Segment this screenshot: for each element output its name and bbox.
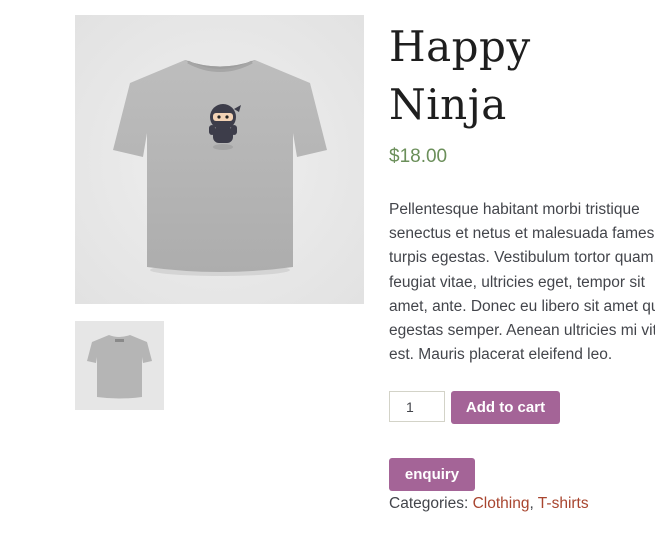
tshirt-ninja-front-image bbox=[75, 15, 364, 304]
category-link-clothing[interactable]: Clothing bbox=[473, 495, 530, 512]
product-categories: Categories: Clothing, T-shirts bbox=[389, 495, 589, 513]
add-to-cart-button[interactable]: Add to cart bbox=[451, 391, 560, 424]
description-line: senectus et netus et malesuada fames ac bbox=[389, 225, 655, 243]
description-line: egestas semper. Aenean ultricies mi vita… bbox=[389, 322, 655, 340]
description-line: est. Mauris placerat eleifend leo. bbox=[389, 346, 613, 364]
categories-label: Categories: bbox=[389, 495, 473, 512]
category-link-tshirts[interactable]: T-shirts bbox=[538, 495, 589, 512]
product-title: Happy Ninja bbox=[389, 18, 655, 134]
title-line-2: Ninja bbox=[389, 80, 507, 129]
product-description: Pellentesque habitant morbi tristique se… bbox=[389, 198, 655, 367]
description-line: Pellentesque habitant morbi tristique bbox=[389, 201, 640, 218]
title-line-1: Happy bbox=[389, 22, 531, 71]
description-line: feugiat vitae, ultricies eget, tempor si… bbox=[389, 273, 645, 291]
enquiry-button[interactable]: enquiry bbox=[389, 458, 475, 491]
description-line: amet, ante. Donec eu libero sit amet qua… bbox=[389, 297, 655, 315]
product-price: $18.00 bbox=[389, 146, 448, 167]
category-separator: , bbox=[529, 495, 538, 512]
product-main-image[interactable] bbox=[75, 15, 364, 304]
description-line: turpis egestas. Vestibulum tortor quam, bbox=[389, 249, 655, 267]
tshirt-back-image bbox=[75, 321, 164, 410]
quantity-input[interactable] bbox=[389, 391, 445, 422]
product-thumbnail[interactable] bbox=[75, 321, 164, 410]
